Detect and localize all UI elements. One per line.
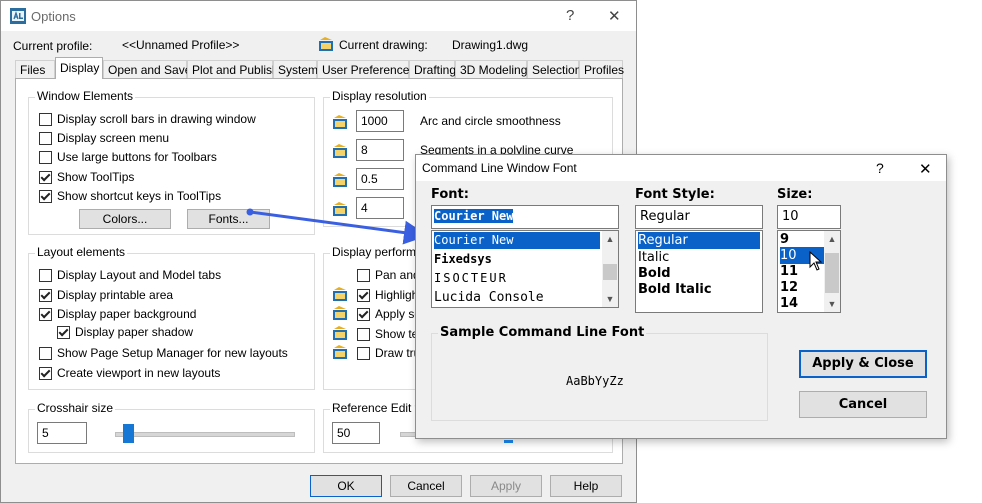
scroll-thumb[interactable] bbox=[603, 264, 617, 280]
sample-font-group: Sample Command Line Font AaBbYyZz bbox=[431, 325, 768, 421]
font-style-label: Font Style: bbox=[635, 187, 715, 202]
sample-font-label: Sample Command Line Font bbox=[438, 325, 647, 340]
style-list-item-regular[interactable]: Regular bbox=[638, 232, 760, 249]
font-list-item-isocteur[interactable]: ISOCTEUR bbox=[434, 270, 508, 287]
font-style-input[interactable]: Regular bbox=[635, 205, 763, 229]
scroll-down-icon[interactable]: ▼ bbox=[824, 296, 840, 312]
font-dialog-close-button[interactable]: ✕ bbox=[919, 160, 932, 178]
font-name-input[interactable]: Courier New bbox=[431, 205, 619, 229]
scroll-up-icon[interactable]: ▲ bbox=[824, 231, 840, 247]
tab-display[interactable]: Display bbox=[55, 57, 103, 79]
size-list-item-14[interactable]: 14 bbox=[780, 295, 798, 312]
reference-edit-slider-thumb[interactable] bbox=[504, 440, 513, 443]
scroll-up-icon[interactable]: ▲ bbox=[602, 231, 618, 247]
size-list-item-9[interactable]: 9 bbox=[780, 231, 789, 248]
size-list-scrollbar[interactable]: ▲ ▼ bbox=[824, 231, 840, 312]
font-label: Font: bbox=[431, 187, 469, 202]
command-line-font-dialog: Command Line Window Font ? ✕ Font: Couri… bbox=[415, 154, 947, 439]
size-list-item-12[interactable]: 12 bbox=[780, 279, 798, 296]
size-input[interactable]: 10 bbox=[777, 205, 841, 229]
style-list-item-bold[interactable]: Bold bbox=[638, 265, 671, 282]
font-listbox[interactable]: Courier New Fixedsys ISOCTEUR Lucida Con… bbox=[431, 230, 619, 308]
size-label: Size: bbox=[777, 187, 813, 202]
font-list-item-fixedsys[interactable]: Fixedsys bbox=[434, 251, 492, 268]
font-list-item-courier-new[interactable]: Courier New bbox=[434, 232, 600, 249]
mouse-cursor-icon bbox=[809, 251, 823, 271]
scroll-thumb[interactable] bbox=[825, 253, 839, 293]
font-list-item-lucida-console[interactable]: Lucida Console bbox=[434, 289, 544, 306]
style-list-item-bold-italic[interactable]: Bold Italic bbox=[638, 281, 712, 298]
font-style-listbox[interactable]: Regular Italic Bold Bold Italic bbox=[635, 230, 763, 313]
size-list-item-11[interactable]: 11 bbox=[780, 263, 798, 280]
size-listbox[interactable]: 9 10 11 12 14 ▲ ▼ bbox=[777, 230, 841, 313]
font-dialog-cancel-button[interactable]: Cancel bbox=[799, 391, 927, 418]
apply-close-button[interactable]: Apply & Close bbox=[799, 350, 927, 378]
font-dialog-title: Command Line Window Font bbox=[422, 161, 577, 175]
style-list-item-italic[interactable]: Italic bbox=[638, 249, 669, 266]
font-dialog-help-button[interactable]: ? bbox=[876, 160, 884, 176]
font-name-value: Courier New bbox=[434, 209, 514, 223]
font-dialog-titlebar[interactable]: Command Line Window Font ? ✕ bbox=[416, 155, 946, 181]
font-list-scrollbar[interactable]: ▲ ▼ bbox=[602, 231, 618, 307]
sample-font-text: AaBbYyZz bbox=[566, 374, 624, 388]
scroll-down-icon[interactable]: ▼ bbox=[602, 291, 618, 307]
